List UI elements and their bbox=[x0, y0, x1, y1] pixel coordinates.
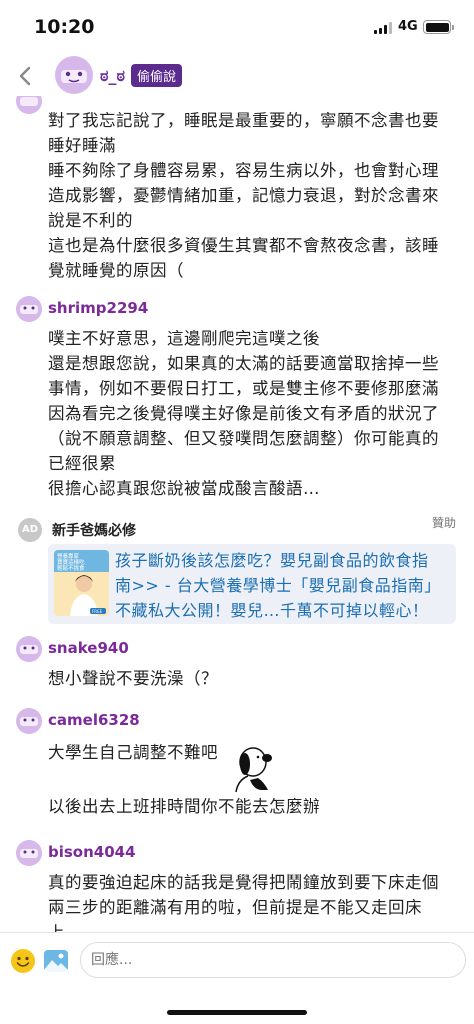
qualifier-badge: 偷偷說 bbox=[131, 64, 183, 87]
response-username[interactable]: bison4044 bbox=[48, 843, 136, 861]
response-text: 想小聲說不要洗澡（？ bbox=[48, 669, 218, 688]
smiley-icon[interactable] bbox=[10, 948, 36, 974]
status-bar: 10:20 4G bbox=[0, 0, 474, 56]
sponsored-label: 贊助 bbox=[431, 516, 456, 530]
response-text: 真的要強迫起床的話我是覺得把鬧鐘放到要下床走個 兩三步的距離滿有用的啦，但前提是… bbox=[48, 873, 439, 932]
response-text: 以後出去上班排時間你不能去怎麼辦 bbox=[48, 797, 320, 816]
response-username[interactable]: camel6328 bbox=[48, 711, 140, 729]
response-item: bison4044 真的要強迫起床的話我是覺得把鬧鐘放到要下床走個 兩三步的距離… bbox=[0, 840, 474, 932]
home-indicator bbox=[167, 1010, 307, 1015]
user-avatar[interactable] bbox=[16, 296, 42, 322]
poster-avatar[interactable] bbox=[55, 56, 93, 94]
user-avatar[interactable] bbox=[16, 96, 42, 114]
response-text: 對了我忘記說了，睡眠是最重要的，寧願不念書也要 睡好睡滿 睡不夠除了身體容易累，… bbox=[48, 111, 439, 280]
response-username[interactable]: snake940 bbox=[48, 639, 129, 657]
ad-badge: AD bbox=[18, 518, 42, 542]
chevron-left-icon bbox=[19, 66, 31, 86]
signal-icon bbox=[374, 22, 394, 34]
response-list: 對了我忘記說了，睡眠是最重要的，寧願不念書也要 睡好睡滿 睡不夠除了身體容易累，… bbox=[0, 96, 474, 932]
ad-headline-link[interactable]: 孩子斷奶後該怎麼吃？嬰兒副食品的飲食指 南>> - 台大營養學博士「嬰兒副食品指… bbox=[115, 548, 451, 623]
image-icon[interactable] bbox=[43, 948, 69, 974]
ad-sponsor-name[interactable]: 新手爸媽必修 bbox=[52, 520, 136, 540]
response-username[interactable]: shrimp2294 bbox=[48, 299, 148, 317]
user-avatar[interactable] bbox=[16, 708, 42, 734]
response-text: 噗主不好意思，這邊剛爬完這噗之後 還是想跟您說，如果真的太滿的話要適當取捨掉一些… bbox=[48, 329, 439, 498]
svg-text:營養專家: 營養專家 bbox=[57, 552, 80, 560]
battery-icon bbox=[423, 20, 454, 34]
user-avatar[interactable] bbox=[16, 636, 42, 662]
svg-text:輕鬆不挑食: 輕鬆不挑食 bbox=[57, 564, 85, 572]
status-time: 10:20 bbox=[34, 16, 95, 38]
ad-thumbnail: 營養專家 寶寶這樣吃 輕鬆不挑食 FREE bbox=[54, 550, 109, 616]
reply-input[interactable] bbox=[80, 942, 466, 978]
sponsored-post[interactable]: AD 新手爸媽必修 贊助 營養專家 寶寶這樣吃 輕鬆不挑食 FREE 孩子斷奶後… bbox=[0, 512, 474, 632]
response-item: shrimp2294 噗主不好意思，這邊剛爬完這噗之後 還是想跟您說，如果真的太… bbox=[0, 296, 474, 498]
response-item: camel6328 大學生自己調整不難吧 以後出去上班排時間你不能去怎麼辦 bbox=[0, 708, 474, 816]
svg-text:寶寶這樣吃: 寶寶這樣吃 bbox=[57, 558, 85, 566]
plurk-header: ಠ_ಠ 偷偷說 bbox=[0, 56, 474, 96]
poster-name[interactable]: ಠ_ಠ bbox=[100, 66, 125, 86]
reply-bar bbox=[0, 932, 474, 992]
ad-card[interactable]: 營養專家 寶寶這樣吃 輕鬆不挑食 FREE 孩子斷奶後該怎麼吃？嬰兒副食品的飲食… bbox=[48, 544, 456, 624]
network-label: 4G bbox=[398, 19, 418, 34]
user-avatar[interactable] bbox=[16, 840, 42, 866]
svg-text:FREE: FREE bbox=[92, 609, 103, 614]
response-item: snake940 想小聲說不要洗澡（？ bbox=[0, 636, 474, 688]
snoopy-sticker bbox=[228, 738, 282, 792]
back-button[interactable] bbox=[14, 64, 38, 88]
